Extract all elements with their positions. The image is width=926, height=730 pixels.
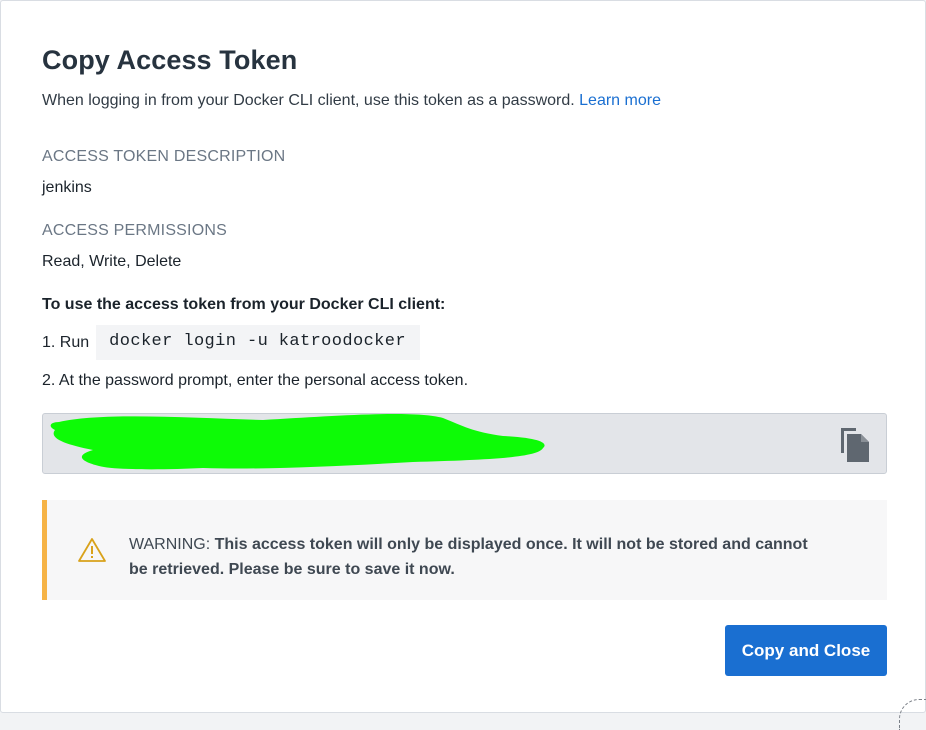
warning-prefix: WARNING: bbox=[129, 536, 215, 553]
token-description-value: jenkins bbox=[42, 179, 92, 196]
token-description-label: ACCESS TOKEN DESCRIPTION bbox=[42, 148, 286, 165]
permissions-value: Read, Write, Delete bbox=[42, 253, 182, 270]
copy-access-token-dialog: Copy Access Token When logging in from y… bbox=[0, 0, 926, 730]
step-1-prefix: 1. Run bbox=[42, 333, 90, 351]
redacted-token bbox=[50, 414, 545, 470]
instructions-heading: To use the access token from your Docker… bbox=[42, 296, 446, 313]
subtitle-text: When logging in from your Docker CLI cli… bbox=[42, 92, 575, 109]
copy-icon[interactable] bbox=[838, 426, 872, 464]
resize-handle[interactable] bbox=[899, 699, 926, 730]
instruction-step-2: 2. At the password prompt, enter the per… bbox=[42, 372, 469, 389]
warning-triangle-icon bbox=[78, 538, 106, 562]
copy-and-close-button[interactable]: Copy and Close bbox=[725, 625, 887, 676]
warning-body: This access token will only be displayed… bbox=[129, 536, 808, 578]
dialog-subtitle: When logging in from your Docker CLI cli… bbox=[42, 92, 661, 110]
access-token-field[interactable] bbox=[42, 413, 887, 474]
permissions-label: ACCESS PERMISSIONS bbox=[42, 222, 227, 239]
dialog-title: Copy Access Token bbox=[42, 45, 298, 75]
warning-message: WARNING: This access token will only be … bbox=[129, 532, 829, 582]
learn-more-link[interactable]: Learn more bbox=[579, 92, 661, 109]
instruction-step-1: 1. Run docker login -u katroodocker bbox=[42, 325, 420, 360]
warning-banner: WARNING: This access token will only be … bbox=[42, 500, 887, 600]
docker-login-command[interactable]: docker login -u katroodocker bbox=[96, 325, 420, 360]
